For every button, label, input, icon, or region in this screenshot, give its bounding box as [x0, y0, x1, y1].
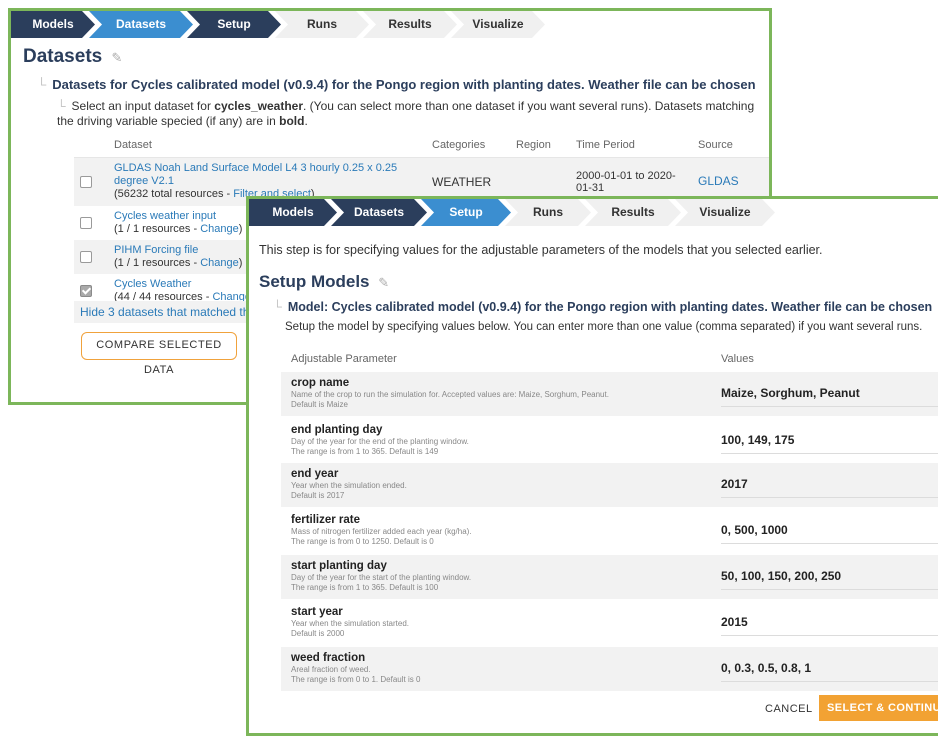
dataset-checkbox[interactable] — [80, 250, 92, 263]
param-value-input[interactable]: Maize, Sorghum, Peanut — [721, 386, 938, 407]
param-row-start-planting-day: start planting day Day of the year for t… — [281, 555, 938, 599]
resource-count: (1 / 1 resources - — [114, 222, 201, 235]
change-link[interactable]: Change — [200, 223, 239, 235]
wizard-step-results[interactable]: Results — [585, 199, 681, 226]
page-title: Datasets ✎ — [23, 46, 122, 68]
param-row-weed-fraction: weed fraction Areal fraction of weed. Th… — [281, 647, 938, 691]
dataset-checkbox[interactable] — [80, 175, 92, 188]
page-title: Setup Models ✎ — [259, 272, 389, 292]
param-row-start-year: start year Year when the simulation star… — [281, 601, 938, 645]
wizard-nav: Models Datasets Setup Runs Results Visua… — [11, 11, 769, 38]
pencil-icon[interactable]: ✎ — [112, 50, 123, 66]
dataset-checkbox[interactable] — [80, 216, 92, 229]
compare-selected-button[interactable]: COMPARE SELECTED DATA — [81, 332, 237, 376]
resource-count: (56232 total resources - — [114, 188, 234, 201]
bold-word: bold — [279, 114, 305, 128]
setup-panel: Models Datasets Setup Runs Results Visua… — [246, 196, 938, 736]
wizard-step-models[interactable]: Models — [249, 199, 337, 226]
page-title-text: Setup Models — [259, 272, 370, 291]
select-continue-button[interactable]: SELECT & CONTINUE — [819, 695, 938, 721]
dataset-tree-text: Datasets for Cycles calibrated model (v0… — [52, 77, 756, 92]
resource-close: ) — [238, 256, 243, 269]
variable-name: cycles_weather — [214, 99, 304, 113]
tree-connector: └ — [273, 300, 282, 314]
setup-intro: This step is for specifying values for t… — [259, 243, 823, 257]
tree-connector: └ — [37, 77, 47, 92]
header-values: Values — [721, 353, 754, 365]
resource-count: (1 / 1 resources - — [114, 256, 201, 269]
param-value-input[interactable]: 50, 100, 150, 200, 250 — [721, 569, 938, 590]
header-source: Source — [692, 133, 769, 158]
wizard-step-datasets[interactable]: Datasets — [331, 199, 427, 226]
wizard-step-runs[interactable]: Runs — [275, 11, 369, 38]
param-row-end-year: end year Year when the simulation ended.… — [281, 463, 938, 507]
wizard-step-setup[interactable]: Setup — [421, 199, 511, 226]
row-checkbox-cell — [74, 206, 108, 240]
dataset-checkbox-checked[interactable] — [80, 284, 92, 297]
wizard-step-runs[interactable]: Runs — [505, 199, 591, 226]
wizard-step-setup[interactable]: Setup — [187, 11, 281, 38]
instructions-text: . — [304, 114, 308, 128]
wizard-step-visualize[interactable]: Visualize — [451, 11, 545, 38]
source-link[interactable]: GLDAS — [698, 174, 739, 188]
dataset-tree-line: └ Datasets for Cycles calibrated model (v… — [37, 77, 756, 92]
param-row-end-planting-day: end planting day Day of the year for the… — [281, 419, 938, 463]
model-instructions: Setup the model by specifying values bel… — [285, 321, 923, 333]
page-title-text: Datasets — [23, 46, 103, 67]
wizard-step-datasets[interactable]: Datasets — [89, 11, 193, 38]
param-value-input[interactable]: 2017 — [721, 477, 938, 498]
model-line-text: Model: Cycles calibrated model (v0.9.4) … — [287, 300, 933, 314]
resource-close: ) — [238, 222, 243, 235]
select-instructions: └ Select an input dataset for cycles_weat… — [57, 99, 757, 129]
wizard-step-models[interactable]: Models — [11, 11, 95, 38]
model-line: └ Model: Cycles calibrated model (v0.9.4)… — [273, 300, 932, 314]
table-header-row: Dataset Categories Region Time Period So… — [74, 133, 769, 158]
dataset-name-link[interactable]: GLDAS Noah Land Surface Model L4 3 hourl… — [114, 162, 420, 188]
param-value-input[interactable]: 100, 149, 175 — [721, 433, 938, 454]
header-period: Time Period — [570, 133, 692, 158]
param-row-fertilizer-rate: fertilizer rate Mass of nitrogen fertili… — [281, 509, 938, 553]
header-dataset: Dataset — [108, 133, 426, 158]
change-link[interactable]: Change — [200, 257, 239, 269]
cancel-button[interactable]: CANCEL — [765, 703, 813, 715]
header-checkbox-col — [74, 133, 108, 158]
header-parameter: Adjustable Parameter — [291, 353, 397, 365]
header-region: Region — [510, 133, 570, 158]
pencil-icon[interactable]: ✎ — [378, 275, 389, 291]
row-checkbox-cell — [74, 157, 108, 206]
param-value-input[interactable]: 0, 500, 1000 — [721, 523, 938, 544]
wizard-step-results[interactable]: Results — [363, 11, 457, 38]
param-value-input[interactable]: 0, 0.3, 0.5, 0.8, 1 — [721, 661, 938, 682]
row-checkbox-cell — [74, 239, 108, 274]
wizard-step-visualize[interactable]: Visualize — [675, 199, 775, 226]
hide-matched-link[interactable]: Hide 3 datasets that matched the i — [74, 301, 260, 323]
param-row-crop-name: crop name Name of the crop to run the si… — [281, 372, 938, 416]
wizard-nav: Models Datasets Setup Runs Results Visua… — [249, 199, 938, 226]
instructions-text: Select an input dataset for — [71, 99, 215, 113]
params-header: Adjustable Parameter Values — [281, 348, 938, 373]
tree-connector: └ — [57, 99, 66, 113]
header-categories: Categories — [426, 133, 510, 158]
param-value-input[interactable]: 2015 — [721, 615, 938, 636]
